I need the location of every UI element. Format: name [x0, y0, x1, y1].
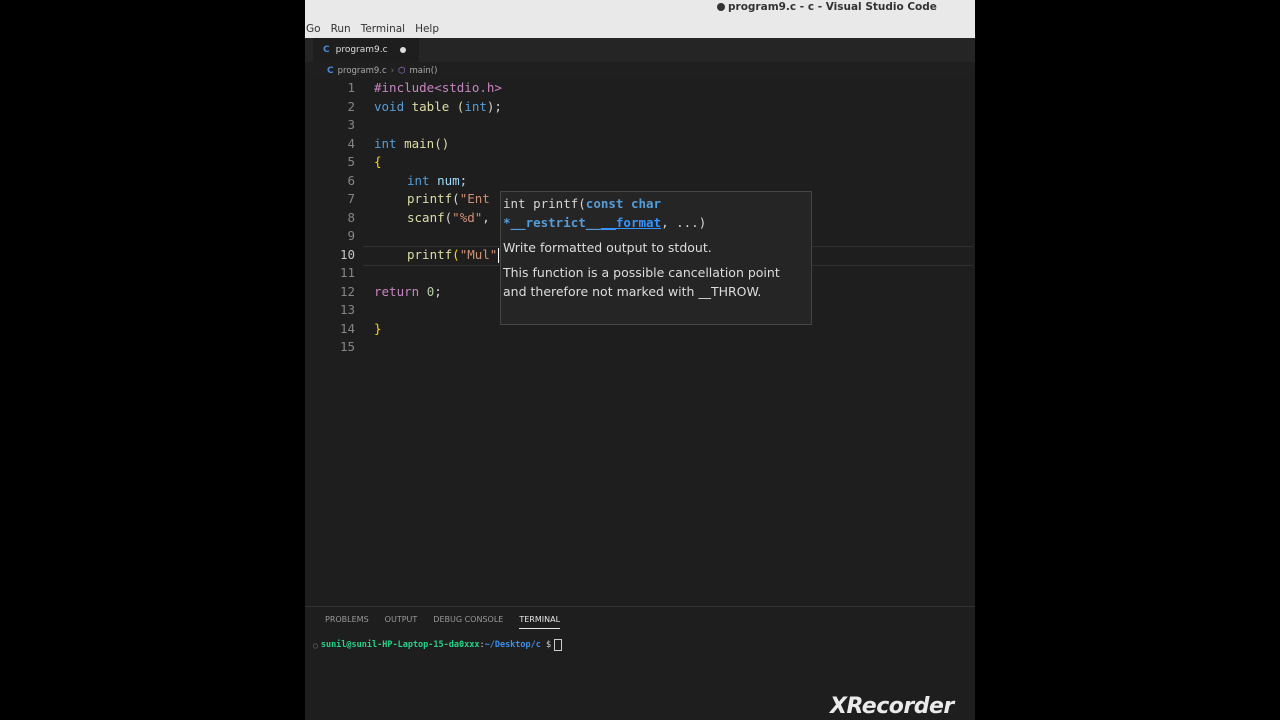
vscode-window: Go Run Terminal Help program9.c - c - Vi… — [305, 0, 975, 720]
line-number-active: 10 — [339, 246, 355, 262]
brace: } — [374, 320, 382, 336]
keyword: int — [374, 135, 397, 151]
unsaved-dot-icon — [717, 3, 725, 11]
tab-program9[interactable]: C program9.c — [313, 38, 419, 62]
code-line-7: printf("Ent — [407, 191, 490, 206]
function-signature: int printf(const char *__restrict____for… — [503, 194, 803, 232]
line-number: 9 — [347, 228, 355, 243]
variable: num; — [429, 172, 468, 188]
title-bar: Go Run Terminal Help program9.c - c - Vi… — [305, 0, 975, 38]
tab-terminal[interactable]: TERMINAL — [519, 615, 561, 629]
line-number: 1 — [347, 80, 355, 95]
code-line-12: return 0; — [374, 284, 442, 299]
terminal-dollar: $ — [540, 640, 552, 650]
string: "Ent — [459, 191, 490, 206]
breadcrumb-file[interactable]: program9.c — [338, 66, 387, 76]
punctuation: ( — [452, 246, 460, 262]
breadcrumb-symbol[interactable]: main() — [410, 66, 438, 76]
keyword: return — [374, 283, 420, 299]
code-editor[interactable]: 1 2 3 4 5 6 7 8 9 10 11 12 13 14 15 #inc… — [305, 78, 975, 608]
line-number: 3 — [347, 117, 355, 132]
line-number: 6 — [347, 172, 355, 188]
string: "%d" — [452, 209, 483, 225]
punctuation: , — [482, 209, 490, 225]
line-number: 7 — [347, 191, 355, 206]
punctuation: ; — [434, 283, 442, 299]
menu-run[interactable]: Run — [326, 23, 356, 35]
signature-active-param: __format — [600, 215, 662, 230]
tab-bar: C program9.c — [305, 38, 975, 62]
line-number: 5 — [347, 154, 355, 169]
line-number: 13 — [339, 302, 355, 317]
terminal-cursor — [554, 639, 563, 651]
menu-help[interactable]: Help — [410, 23, 444, 35]
line-number: 15 — [339, 339, 355, 354]
code-line-10: printf("Mul") — [407, 247, 505, 262]
tab-debug-console[interactable]: DEBUG CONSOLE — [433, 615, 503, 629]
menu-bar: Go Run Terminal Help — [305, 23, 444, 35]
modified-dot-icon[interactable] — [399, 47, 406, 53]
line-number: 2 — [347, 98, 355, 114]
terminal-path: ~/Desktop/c — [484, 640, 541, 650]
function-name: scanf — [407, 209, 445, 225]
menu-go[interactable]: Go — [305, 23, 326, 35]
symbol-method-icon: ⬡ — [398, 66, 406, 76]
line-number: 8 — [347, 209, 355, 225]
line-number: 14 — [339, 320, 355, 336]
tab-output[interactable]: OUTPUT — [385, 615, 418, 629]
terminal-user: sunil@sunil-HP-Laptop-15-da0xxx — [320, 640, 480, 650]
punctuation: ( — [452, 191, 460, 206]
code-line-4: int main() — [374, 136, 449, 151]
code-line-6: int num; — [407, 173, 467, 188]
parameter-hint-popup: int printf(const char *__restrict____for… — [500, 191, 812, 325]
line-number: 11 — [339, 265, 355, 280]
function-name: printf — [407, 246, 453, 262]
menu-terminal[interactable]: Terminal — [356, 23, 410, 35]
function-name: printf — [407, 191, 453, 206]
keyword: int — [407, 172, 430, 188]
brace: { — [374, 154, 382, 169]
code-line-14: } — [374, 321, 382, 336]
window-title-text: program9.c - c - Visual Studio Code — [728, 1, 937, 13]
code-line-8: scanf("%d", — [407, 210, 490, 225]
code-line-2: void table (int); — [374, 99, 502, 114]
panel-tabs: PROBLEMS OUTPUT DEBUG CONSOLE TERMINAL — [325, 615, 576, 629]
chevron-right-icon: › — [390, 66, 395, 76]
terminal-prompt[interactable]: ○ sunil@sunil-HP-Laptop-15-da0xxx:~/Desk… — [313, 639, 563, 651]
string: "Mul — [459, 246, 490, 262]
function-name: main() — [396, 135, 450, 151]
c-file-icon: C — [323, 45, 330, 55]
hint-description: Write formatted output to stdout. — [503, 240, 712, 255]
keyword: int — [464, 98, 487, 114]
c-file-icon: C — [327, 66, 334, 76]
code-line-5: { — [374, 154, 382, 169]
tab-label: program9.c — [335, 45, 388, 55]
breadcrumb: C program9.c › ⬡ main() — [327, 66, 437, 76]
xrecorder-watermark: XRecorder — [830, 694, 954, 719]
tab-problems[interactable]: PROBLEMS — [325, 615, 369, 629]
circle-icon: ○ — [313, 640, 318, 650]
function-name: table ( — [404, 98, 465, 114]
signature-suffix: , ...) — [661, 215, 707, 230]
text-cursor — [498, 248, 499, 263]
window-title: program9.c - c - Visual Studio Code — [717, 1, 937, 13]
line-number: 4 — [347, 135, 355, 151]
line-number: 12 — [339, 283, 355, 299]
code-line-1: #include<stdio.h> — [374, 80, 502, 95]
signature-prefix: int printf( — [503, 196, 586, 211]
punctuation: ); — [486, 98, 502, 114]
include-directive: #include<stdio.h> — [374, 80, 502, 95]
hint-note: This function is a possible cancellation… — [503, 265, 780, 299]
keyword: void — [374, 98, 405, 114]
